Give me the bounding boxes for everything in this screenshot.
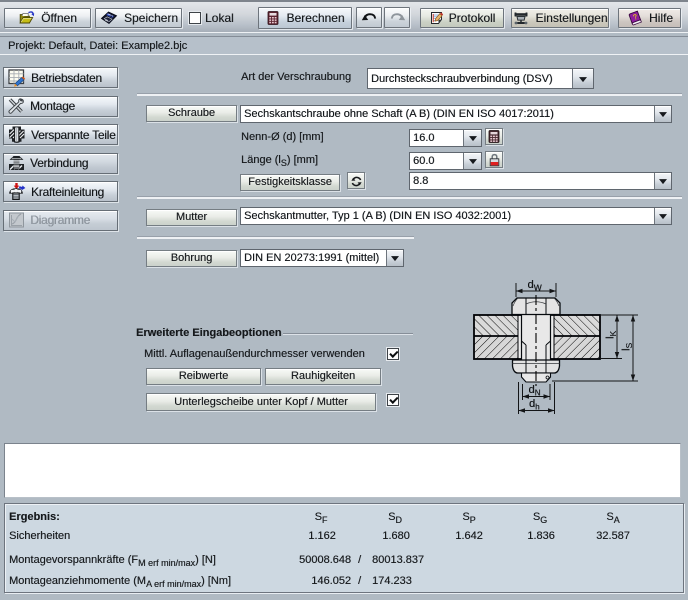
svg-text:lK: lK bbox=[605, 331, 619, 339]
svg-text:dN: dN bbox=[529, 384, 541, 398]
svg-text:dh: dh bbox=[529, 398, 540, 412]
svg-text:lS: lS bbox=[621, 343, 635, 351]
svg-text:dW: dW bbox=[528, 279, 542, 293]
